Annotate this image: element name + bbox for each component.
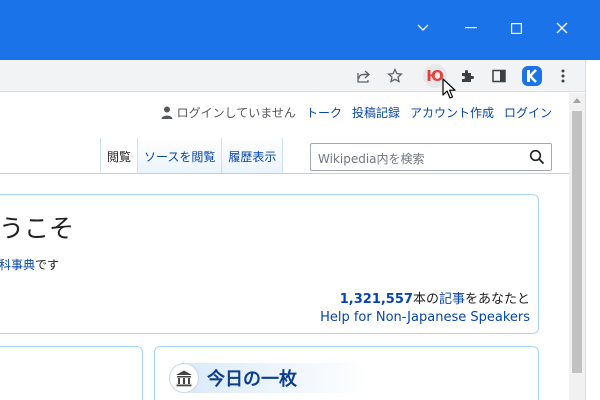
help-non-japanese-link[interactable]: Help for Non-Japanese Speakers — [320, 310, 530, 325]
search-icon[interactable] — [529, 149, 545, 165]
welcome-box: うこそ 科事典です 1,321,557本の記事をあなたと Help for No… — [0, 194, 539, 334]
featured-picture-title: 今日の一枚 — [207, 369, 297, 390]
encyclopedia-link[interactable]: 科事典 — [0, 258, 35, 272]
not-logged-in-text: ログインしていません — [176, 106, 296, 120]
article-count-line: 1,321,557本の記事をあなたと — [340, 288, 530, 307]
tabs-divider — [0, 173, 569, 174]
page-content: ログインしていません トーク 投稿記録 アカウント作成 ログイン 閲覧 ソースを… — [0, 93, 569, 400]
scroll-thumb[interactable] — [572, 111, 582, 373]
maximize-button[interactable] — [503, 14, 529, 42]
picture-frame-icon — [169, 363, 199, 393]
side-panel-icon — [492, 69, 506, 83]
talk-link[interactable]: トーク — [306, 104, 342, 121]
bookmark-star-button[interactable] — [383, 64, 407, 88]
create-account-link[interactable]: アカウント作成 — [410, 104, 494, 121]
tab-view-source[interactable]: ソースを閲覧 — [137, 138, 222, 174]
login-link[interactable]: ログイン — [504, 104, 552, 121]
articles-link[interactable]: 記事 — [439, 292, 465, 307]
featured-picture-header: 今日の一枚 — [169, 363, 369, 393]
share-icon — [357, 70, 371, 83]
k-logo-icon — [527, 69, 537, 83]
star-icon — [387, 68, 403, 83]
scroll-up-arrow-icon[interactable] — [573, 98, 581, 103]
left-section-box — [0, 346, 143, 400]
count-rest: をあなたと — [464, 292, 530, 307]
browser-menu-button[interactable] — [551, 64, 575, 88]
search-input[interactable]: Wikipedia内を検索 — [318, 150, 425, 167]
profile-button[interactable] — [520, 64, 544, 88]
window-title-bar — [0, 0, 600, 60]
puzzle-icon — [462, 70, 474, 82]
window-right-edge — [585, 60, 600, 400]
profile-avatar — [522, 66, 542, 86]
maximize-icon — [510, 22, 522, 34]
close-icon — [556, 22, 568, 34]
share-button[interactable] — [352, 64, 376, 88]
welcome-title: うこそ — [0, 214, 75, 243]
contributions-link[interactable]: 投稿記録 — [352, 104, 400, 121]
page-tabs: 閲覧 ソースを閲覧 履歴表示 — [100, 138, 284, 174]
minimize-icon — [465, 27, 477, 29]
featured-picture-box: 今日の一枚 — [154, 346, 539, 400]
chevron-down-icon — [417, 24, 429, 31]
article-count[interactable]: 1,321,557 — [340, 292, 413, 307]
welcome-subtitle: 科事典です — [0, 256, 59, 273]
user-icon — [161, 106, 173, 119]
welcome-subtitle-rest: です — [35, 258, 60, 272]
minimize-button[interactable] — [458, 14, 484, 42]
count-unit: 本の — [412, 292, 439, 307]
tab-read[interactable]: 閲覧 — [100, 138, 138, 174]
close-button[interactable] — [549, 14, 575, 42]
browser-toolbar: Ю — [0, 60, 600, 92]
personal-tools: ログインしていません トーク 投稿記録 アカウント作成 ログイン — [161, 104, 552, 121]
side-panel-button[interactable] — [487, 64, 511, 88]
page-scrollbar[interactable] — [569, 93, 585, 400]
more-vertical-icon — [561, 69, 565, 83]
extensions-button[interactable] — [455, 64, 479, 88]
tab-search-dropdown-button[interactable] — [410, 14, 436, 42]
tab-history[interactable]: 履歴表示 — [221, 138, 284, 174]
mouse-cursor-icon — [442, 78, 456, 99]
search-box[interactable]: Wikipedia内を検索 — [310, 143, 552, 171]
